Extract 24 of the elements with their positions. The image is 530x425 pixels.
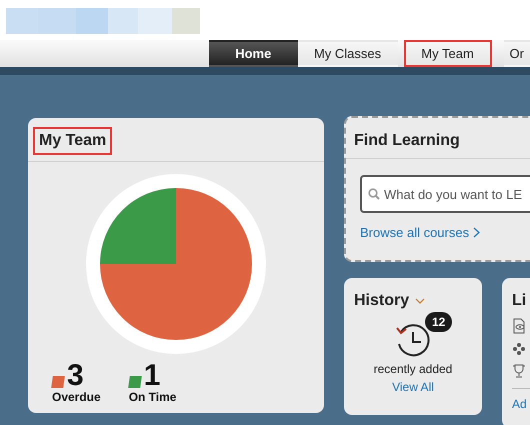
history-caption: recently added [374, 362, 452, 376]
dots-icon[interactable] [512, 342, 526, 356]
card-title: Find Learning [354, 132, 460, 149]
add-link[interactable]: Ad [512, 397, 530, 411]
document-eye-icon[interactable] [512, 318, 526, 334]
chevron-down-icon[interactable] [415, 298, 426, 304]
browse-link[interactable]: Browse all courses [360, 225, 480, 240]
trophy-icon[interactable] [512, 364, 526, 378]
legend-label: Overdue [52, 390, 101, 404]
chevron-icon [473, 227, 480, 238]
legend-count: 1 [144, 362, 160, 390]
card-title: History [354, 292, 410, 310]
card-title: Li [512, 292, 528, 310]
count-badge: 12 [425, 312, 452, 332]
search-field[interactable]: What do you want to LE [360, 175, 530, 213]
nav-tab[interactable]: Home [209, 40, 298, 67]
view-all-link[interactable]: View All [392, 380, 434, 394]
legend-label: On Time [128, 390, 176, 404]
nav-tab[interactable]: My Team [404, 40, 492, 67]
nav-tab[interactable]: My Classes [298, 40, 398, 67]
search-icon [368, 188, 380, 200]
nav-tab[interactable]: Or [504, 40, 530, 67]
card-title: My Team [33, 127, 112, 155]
legend-count: 3 [67, 362, 84, 390]
